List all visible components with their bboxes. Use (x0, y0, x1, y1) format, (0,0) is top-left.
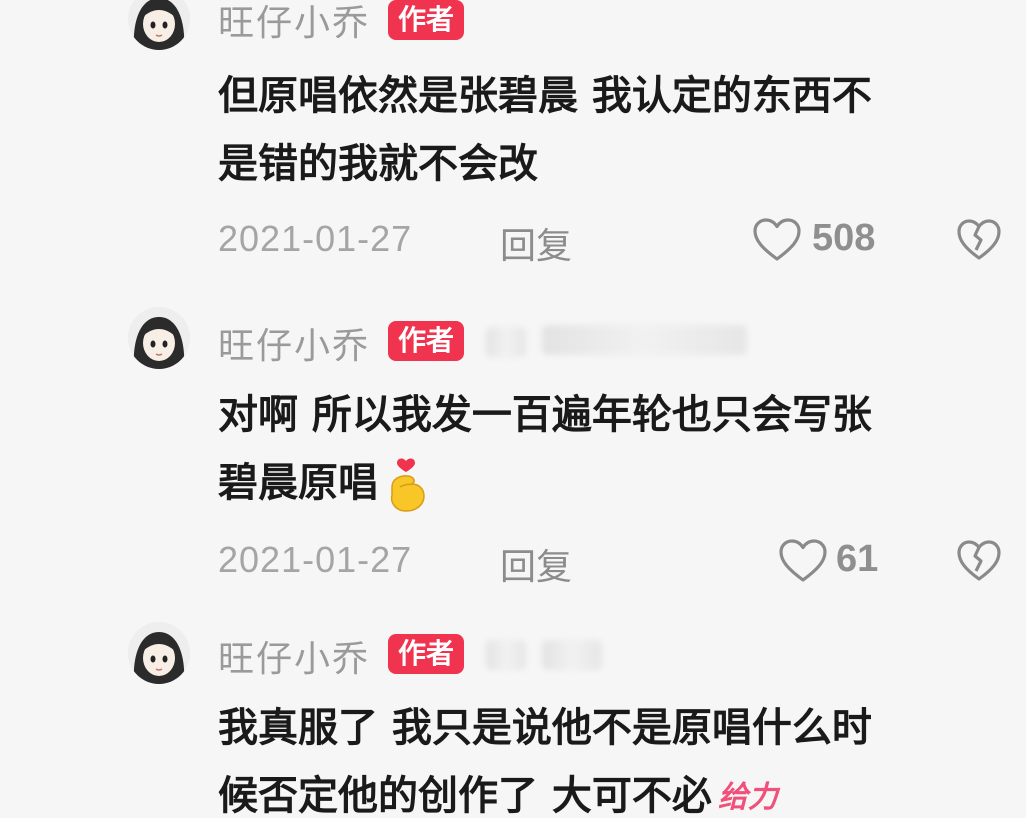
broken-heart-icon[interactable] (956, 218, 1002, 262)
avatar-girl-icon (128, 622, 190, 684)
comment-text-line: 候否定他的创作了 大可不必 给力 (218, 762, 998, 818)
avatar[interactable] (128, 622, 190, 684)
like-count: 61 (836, 538, 879, 580)
comment-item: 旺仔小乔 作者 对啊 所以我发一百遍年轮也只会写张 碧晨原唱 2021-01-2… (0, 307, 1026, 597)
blurred-info (486, 327, 526, 357)
avatar[interactable] (128, 0, 190, 50)
blurred-info (542, 325, 747, 355)
blurred-info (486, 640, 526, 670)
username[interactable]: 旺仔小乔 (218, 317, 370, 369)
comment-thread: 旺仔小乔 作者 但原唱依然是张碧晨 我认定的东西不 是错的我就不会改 2021-… (0, 0, 1026, 818)
comment-date: 2021-01-27 (218, 539, 413, 580)
avatar-girl-icon (128, 0, 190, 50)
comment-text: 我真服了 我只是说他不是原唱什么时 候否定他的创作了 大可不必 给力 (218, 694, 998, 818)
heart-outline-icon[interactable] (752, 217, 802, 263)
username[interactable]: 旺仔小乔 (218, 630, 370, 682)
author-badge: 作者 (388, 321, 465, 361)
comment-text: 对啊 所以我发一百遍年轮也只会写张 碧晨原唱 (218, 381, 998, 517)
avatar[interactable] (128, 307, 190, 369)
comment-text-line: 但原唱依然是张碧晨 我认定的东西不 (218, 73, 872, 119)
avatar-girl-icon (128, 307, 190, 369)
comment-item: 旺仔小乔 作者 我真服了 我只是说他不是原唱什么时 候否定他的创作了 大可不必给… (0, 620, 1026, 818)
comment-text-segment: 碧晨原唱 (218, 460, 378, 506)
comment-text-line: 我真服了 我只是说他不是原唱什么时 (218, 705, 872, 751)
blurred-info (542, 640, 602, 670)
finger-heart-emoji-icon (390, 458, 425, 512)
heart-outline-icon[interactable] (778, 538, 828, 584)
like-count: 508 (812, 217, 876, 259)
comment-text-line: 对啊 所以我发一百遍年轮也只会写张 (218, 392, 872, 438)
broken-heart-icon[interactable] (956, 539, 1002, 583)
comment-text-line: 是错的我就不会改 (218, 141, 538, 187)
geili-sticker: 给力 (717, 780, 778, 815)
reply-button[interactable]: 回复 (500, 538, 572, 590)
author-badge: 作者 (388, 0, 465, 40)
comment-item: 旺仔小乔 作者 但原唱依然是张碧晨 我认定的东西不 是错的我就不会改 2021-… (0, 0, 1026, 290)
username[interactable]: 旺仔小乔 (218, 0, 370, 46)
comment-text: 但原唱依然是张碧晨 我认定的东西不 是错的我就不会改 (218, 62, 998, 198)
comment-text-segment: 候否定他的创作了 大可不必 (218, 773, 712, 818)
comment-text-line: 碧晨原唱 (218, 449, 998, 517)
reply-button[interactable]: 回复 (500, 217, 572, 269)
author-badge: 作者 (388, 634, 465, 674)
comment-date: 2021-01-27 (218, 218, 413, 259)
